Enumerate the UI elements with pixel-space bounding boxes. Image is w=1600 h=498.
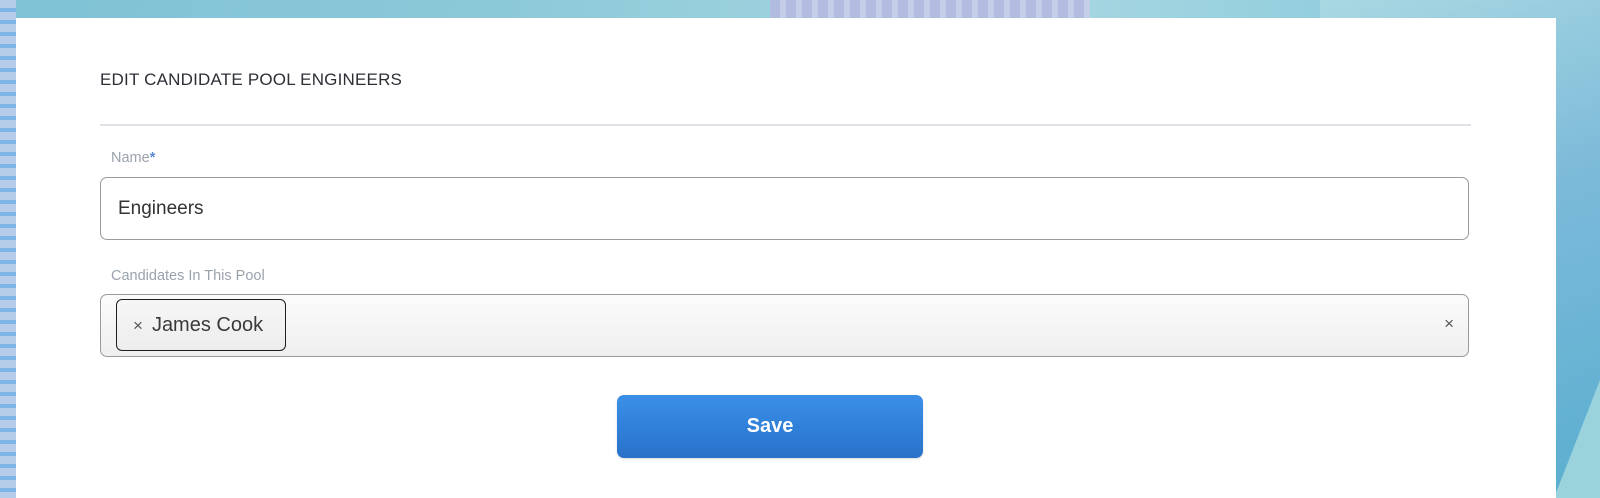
save-button[interactable]: Save: [617, 395, 923, 458]
required-marker: *: [149, 150, 156, 166]
background-stripes: [0, 0, 16, 498]
page-title: EDIT CANDIDATE POOL ENGINEERS: [100, 70, 403, 89]
background-triangle: [1554, 380, 1600, 498]
title-divider: [100, 124, 1471, 126]
candidates-multiselect[interactable]: × James Cook ×: [100, 294, 1469, 357]
candidate-chip[interactable]: × James Cook: [116, 299, 286, 351]
candidates-label: Candidates In This Pool: [111, 268, 265, 284]
close-icon[interactable]: ×: [133, 317, 143, 334]
name-label: Name*: [111, 150, 155, 166]
name-input[interactable]: [100, 177, 1469, 240]
clear-all-close-icon[interactable]: ×: [1444, 315, 1454, 332]
name-label-text: Name: [111, 150, 150, 166]
edit-pool-card: EDIT CANDIDATE POOL ENGINEERS Name* Cand…: [16, 18, 1556, 498]
candidate-chip-label: James Cook: [151, 313, 264, 336]
background-pattern: [770, 0, 1090, 20]
